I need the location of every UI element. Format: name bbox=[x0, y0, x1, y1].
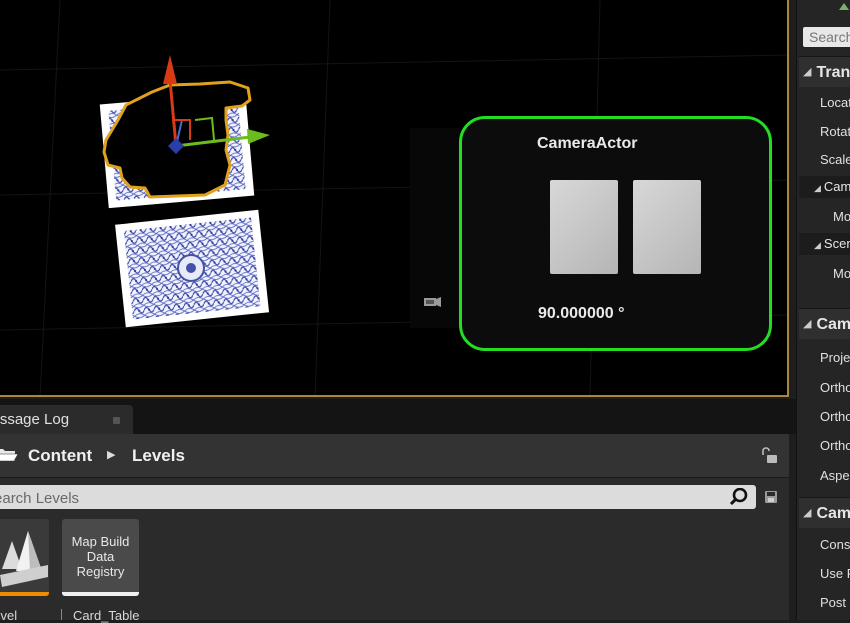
breadcrumb-levels[interactable]: Levels bbox=[132, 446, 185, 466]
collapse-arrow-icon: ◢ bbox=[803, 66, 812, 78]
subsection-title: SceneComponent bbox=[823, 236, 850, 251]
details-sub-camera-component[interactable]: ◢CameraComponent bbox=[799, 176, 850, 198]
folder-icon bbox=[0, 449, 19, 462]
asset-thumbnail-text: Map Build Data Registry bbox=[71, 534, 130, 579]
asset-tile-level[interactable] bbox=[0, 519, 49, 596]
prop-ortho-near-clip: Ortho Near Clip bbox=[820, 409, 850, 424]
save-icon[interactable] bbox=[764, 490, 778, 504]
prop-location: Location bbox=[820, 95, 850, 110]
prop-post-process: Post Process bbox=[820, 595, 850, 610]
divider bbox=[61, 609, 62, 620]
tab-label: Message Log bbox=[0, 411, 70, 428]
details-sub-scene-component[interactable]: ◢SceneComponent bbox=[799, 233, 850, 255]
asset-label-level: Level bbox=[0, 608, 18, 623]
section-title: Camera bbox=[816, 505, 850, 522]
content-browser: Content ▶ Levels Map Build Data Registry bbox=[0, 434, 789, 623]
breadcrumb-chevron-icon[interactable]: ▶ bbox=[107, 448, 115, 461]
camera-actor-icon[interactable] bbox=[424, 297, 441, 307]
details-section-transform[interactable]: ◢ Transform bbox=[799, 56, 850, 87]
collapse-arrow-icon: ◢ bbox=[814, 240, 821, 250]
search-icon[interactable] bbox=[729, 488, 749, 506]
level-viewport[interactable]: CameraActor 90.000000 ° bbox=[0, 0, 789, 397]
subsection-title: CameraComponent bbox=[823, 179, 850, 194]
collapse-arrow-icon: ◢ bbox=[803, 507, 812, 519]
details-section-camera-settings[interactable]: ◢ Camera bbox=[799, 497, 850, 528]
prop-constrain-aspect-ratio: Constrain Aspect Ratio bbox=[820, 537, 850, 552]
breadcrumb: Content ▶ Levels bbox=[0, 434, 789, 478]
prop-mobility-scene: Mobility bbox=[833, 266, 850, 281]
prop-scale: Scale bbox=[820, 152, 850, 167]
prop-mobility-camera: Mobility bbox=[833, 209, 850, 224]
asset-label-card-table: Card_Table bbox=[73, 608, 140, 623]
search-input[interactable] bbox=[0, 485, 706, 509]
prop-projection-mode: Projection Mode bbox=[820, 350, 850, 365]
details-search-input[interactable]: Search bbox=[803, 27, 850, 47]
collapse-arrow-icon: ◢ bbox=[803, 318, 812, 330]
asset-tile-map-build-data-registry[interactable]: Map Build Data Registry bbox=[62, 519, 139, 596]
collapse-arrow-icon: ◢ bbox=[814, 183, 821, 193]
section-title: Transform bbox=[816, 64, 850, 81]
preview-card-right bbox=[633, 180, 701, 274]
preview-card-left bbox=[550, 180, 618, 274]
tab-close-icon[interactable] bbox=[113, 417, 120, 424]
card-back-lower[interactable] bbox=[115, 209, 270, 328]
section-title: Camera bbox=[816, 316, 850, 333]
details-panel: Search ◢ Transform Location Rotation Scal… bbox=[796, 0, 850, 620]
actor-icon bbox=[839, 3, 849, 10]
bottom-tab-bar: Message Log bbox=[0, 399, 796, 434]
camera-preview-window: CameraActor 90.000000 ° bbox=[459, 116, 772, 351]
tab-message-log[interactable]: Message Log bbox=[0, 405, 133, 434]
prop-ortho-width: Ortho Width bbox=[820, 380, 850, 395]
details-section-camera[interactable]: ◢ Camera bbox=[799, 308, 850, 339]
search-levels-field[interactable] bbox=[0, 485, 756, 509]
camera-fov-readout: 90.000000 ° bbox=[538, 305, 625, 322]
lock-icon[interactable] bbox=[760, 447, 780, 465]
level-thumbnail-icon bbox=[0, 519, 49, 592]
breadcrumb-content[interactable]: Content bbox=[28, 446, 92, 466]
prop-ortho-far-clip: Ortho Far Clip bbox=[820, 438, 850, 453]
prop-rotation: Rotation bbox=[820, 124, 850, 139]
prop-use-field-of-view: Use Field Of View bbox=[820, 566, 850, 581]
camera-preview-title: CameraActor bbox=[537, 135, 638, 152]
prop-aspect-ratio: Aspect Ratio bbox=[820, 468, 850, 483]
